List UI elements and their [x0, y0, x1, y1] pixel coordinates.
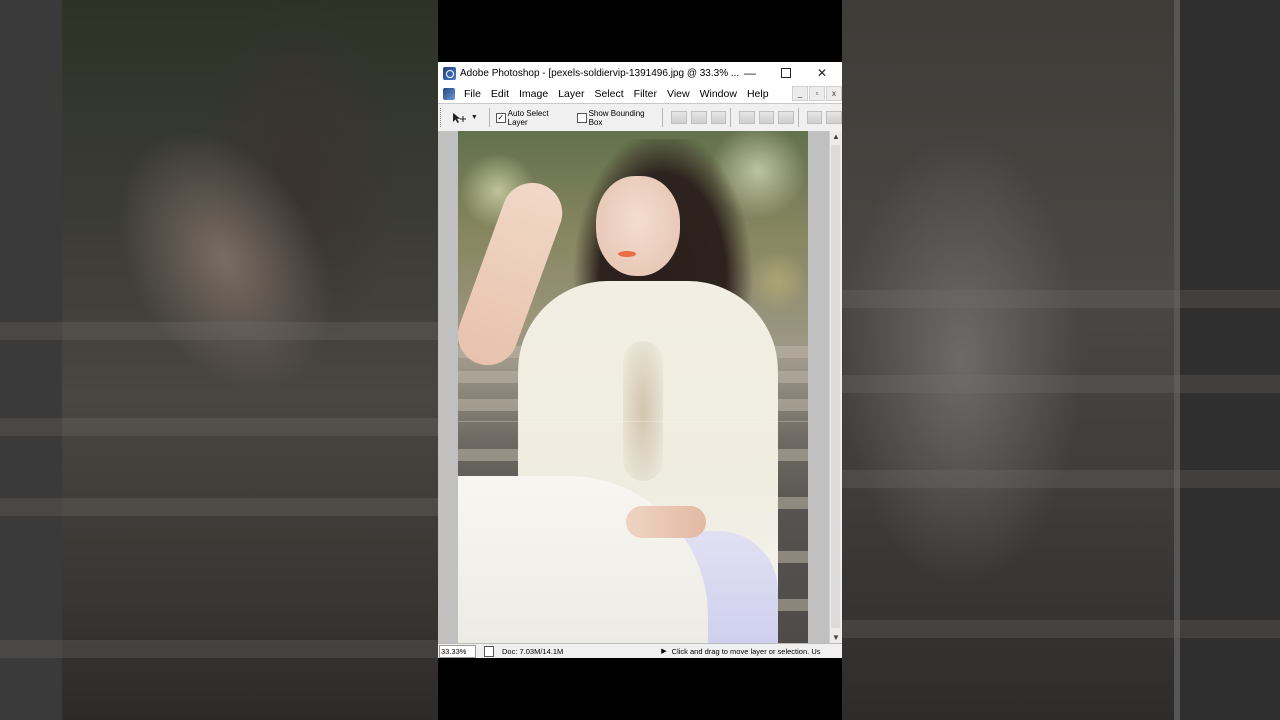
align-vertical-center-icon[interactable]	[690, 111, 707, 124]
maximize-icon	[781, 68, 791, 78]
document-image[interactable]	[458, 131, 808, 644]
toolbar-separator	[488, 108, 490, 127]
doc-close-button[interactable]: x	[826, 86, 842, 101]
photo-face	[596, 176, 680, 276]
background-step	[842, 470, 1280, 488]
close-icon: ✕	[816, 66, 828, 80]
window-title: Adobe Photoshop - [pexels-soldiervip-139…	[460, 67, 740, 79]
move-tool-icon	[452, 112, 466, 123]
background-step	[0, 498, 438, 516]
menu-file[interactable]: File	[459, 88, 486, 100]
toolbar-separator	[730, 108, 732, 127]
status-bar: 33.33% Doc: 7.03M/14.1M ▶ Click and drag…	[438, 643, 842, 658]
align-horizontal-center-icon[interactable]	[758, 111, 775, 124]
scroll-up-icon[interactable]: ▲	[830, 131, 842, 143]
background-step	[0, 418, 438, 436]
options-bar: ▼ ✓ Auto Select Layer Show Bounding Box	[438, 104, 842, 132]
background-blur-right	[842, 0, 1280, 720]
toolbar-grip[interactable]	[440, 108, 444, 127]
align-bottom-icon[interactable]	[710, 111, 727, 124]
align-top-icon[interactable]	[671, 111, 687, 124]
minimize-button[interactable]: —	[732, 62, 768, 84]
zoom-level-field[interactable]: 33.33%	[439, 644, 476, 658]
title-bar[interactable]: Adobe Photoshop - [pexels-soldiervip-139…	[438, 62, 842, 84]
photoshop-eye-icon	[443, 66, 456, 80]
checkbox-unchecked-icon	[576, 112, 587, 123]
document-canvas-area[interactable]: ▲ ▼	[438, 131, 842, 644]
show-bounding-box-checkbox[interactable]: Show Bounding Box	[576, 108, 659, 127]
background-edge	[0, 0, 62, 720]
move-tool-preset-button[interactable]: ▼	[452, 112, 485, 124]
background-arm-shape	[72, 91, 378, 429]
status-message: Click and drag to move layer or selectio…	[671, 646, 821, 656]
auto-select-layer-checkbox[interactable]: ✓ Auto Select Layer	[495, 108, 569, 127]
chevron-down-icon: ▼	[470, 114, 478, 121]
menu-filter[interactable]: Filter	[629, 88, 662, 100]
maximize-button[interactable]	[768, 62, 804, 84]
play-triangle-icon[interactable]: ▶	[661, 647, 666, 655]
vertical-scrollbar[interactable]: ▲ ▼	[829, 131, 842, 644]
minimize-icon: —	[744, 66, 756, 80]
auto-select-layer-label: Auto Select Layer	[507, 108, 549, 127]
show-bounding-box-label: Show Bounding Box	[588, 108, 645, 127]
background-blur-left	[0, 0, 438, 720]
menu-edit[interactable]: Edit	[486, 88, 514, 100]
photo-lips	[618, 251, 636, 257]
distribute-center-icon[interactable]	[826, 111, 842, 124]
align-left-icon[interactable]	[739, 111, 755, 124]
doc-restore-button[interactable]: ▫	[809, 86, 825, 101]
document-icon[interactable]	[443, 87, 455, 100]
background-step	[842, 290, 1280, 308]
background-step	[842, 375, 1280, 393]
document-window-controls: _ ▫ x	[792, 86, 842, 101]
photo-edit-line	[458, 421, 808, 422]
menu-bar: File Edit Image Layer Select Filter View…	[438, 84, 842, 104]
checkbox-checked-icon: ✓	[495, 112, 506, 123]
toolbar-separator	[662, 108, 664, 127]
menu-select[interactable]: Select	[589, 88, 628, 100]
document-info-icon[interactable]	[484, 645, 494, 657]
close-button[interactable]: ✕	[804, 62, 840, 84]
background-step	[842, 620, 1280, 638]
distribute-top-icon[interactable]	[806, 111, 823, 124]
align-right-icon[interactable]	[778, 111, 794, 124]
menu-help[interactable]: Help	[742, 88, 774, 100]
document-size-info: Doc: 7.03M/14.1M	[502, 646, 564, 656]
menu-image[interactable]: Image	[514, 88, 553, 100]
background-edge	[1180, 0, 1280, 720]
menu-window[interactable]: Window	[695, 88, 742, 100]
background-step	[0, 322, 438, 340]
photo-embroidery	[623, 341, 663, 481]
background-step	[0, 640, 438, 658]
photoshop-window: Adobe Photoshop - [pexels-soldiervip-139…	[438, 62, 842, 658]
menu-view[interactable]: View	[662, 88, 695, 100]
doc-minimize-button[interactable]: _	[792, 86, 808, 101]
menu-layer[interactable]: Layer	[553, 88, 589, 100]
scrollbar-thumb[interactable]	[831, 145, 840, 628]
toolbar-separator	[797, 108, 799, 127]
photo-hand	[626, 506, 706, 538]
